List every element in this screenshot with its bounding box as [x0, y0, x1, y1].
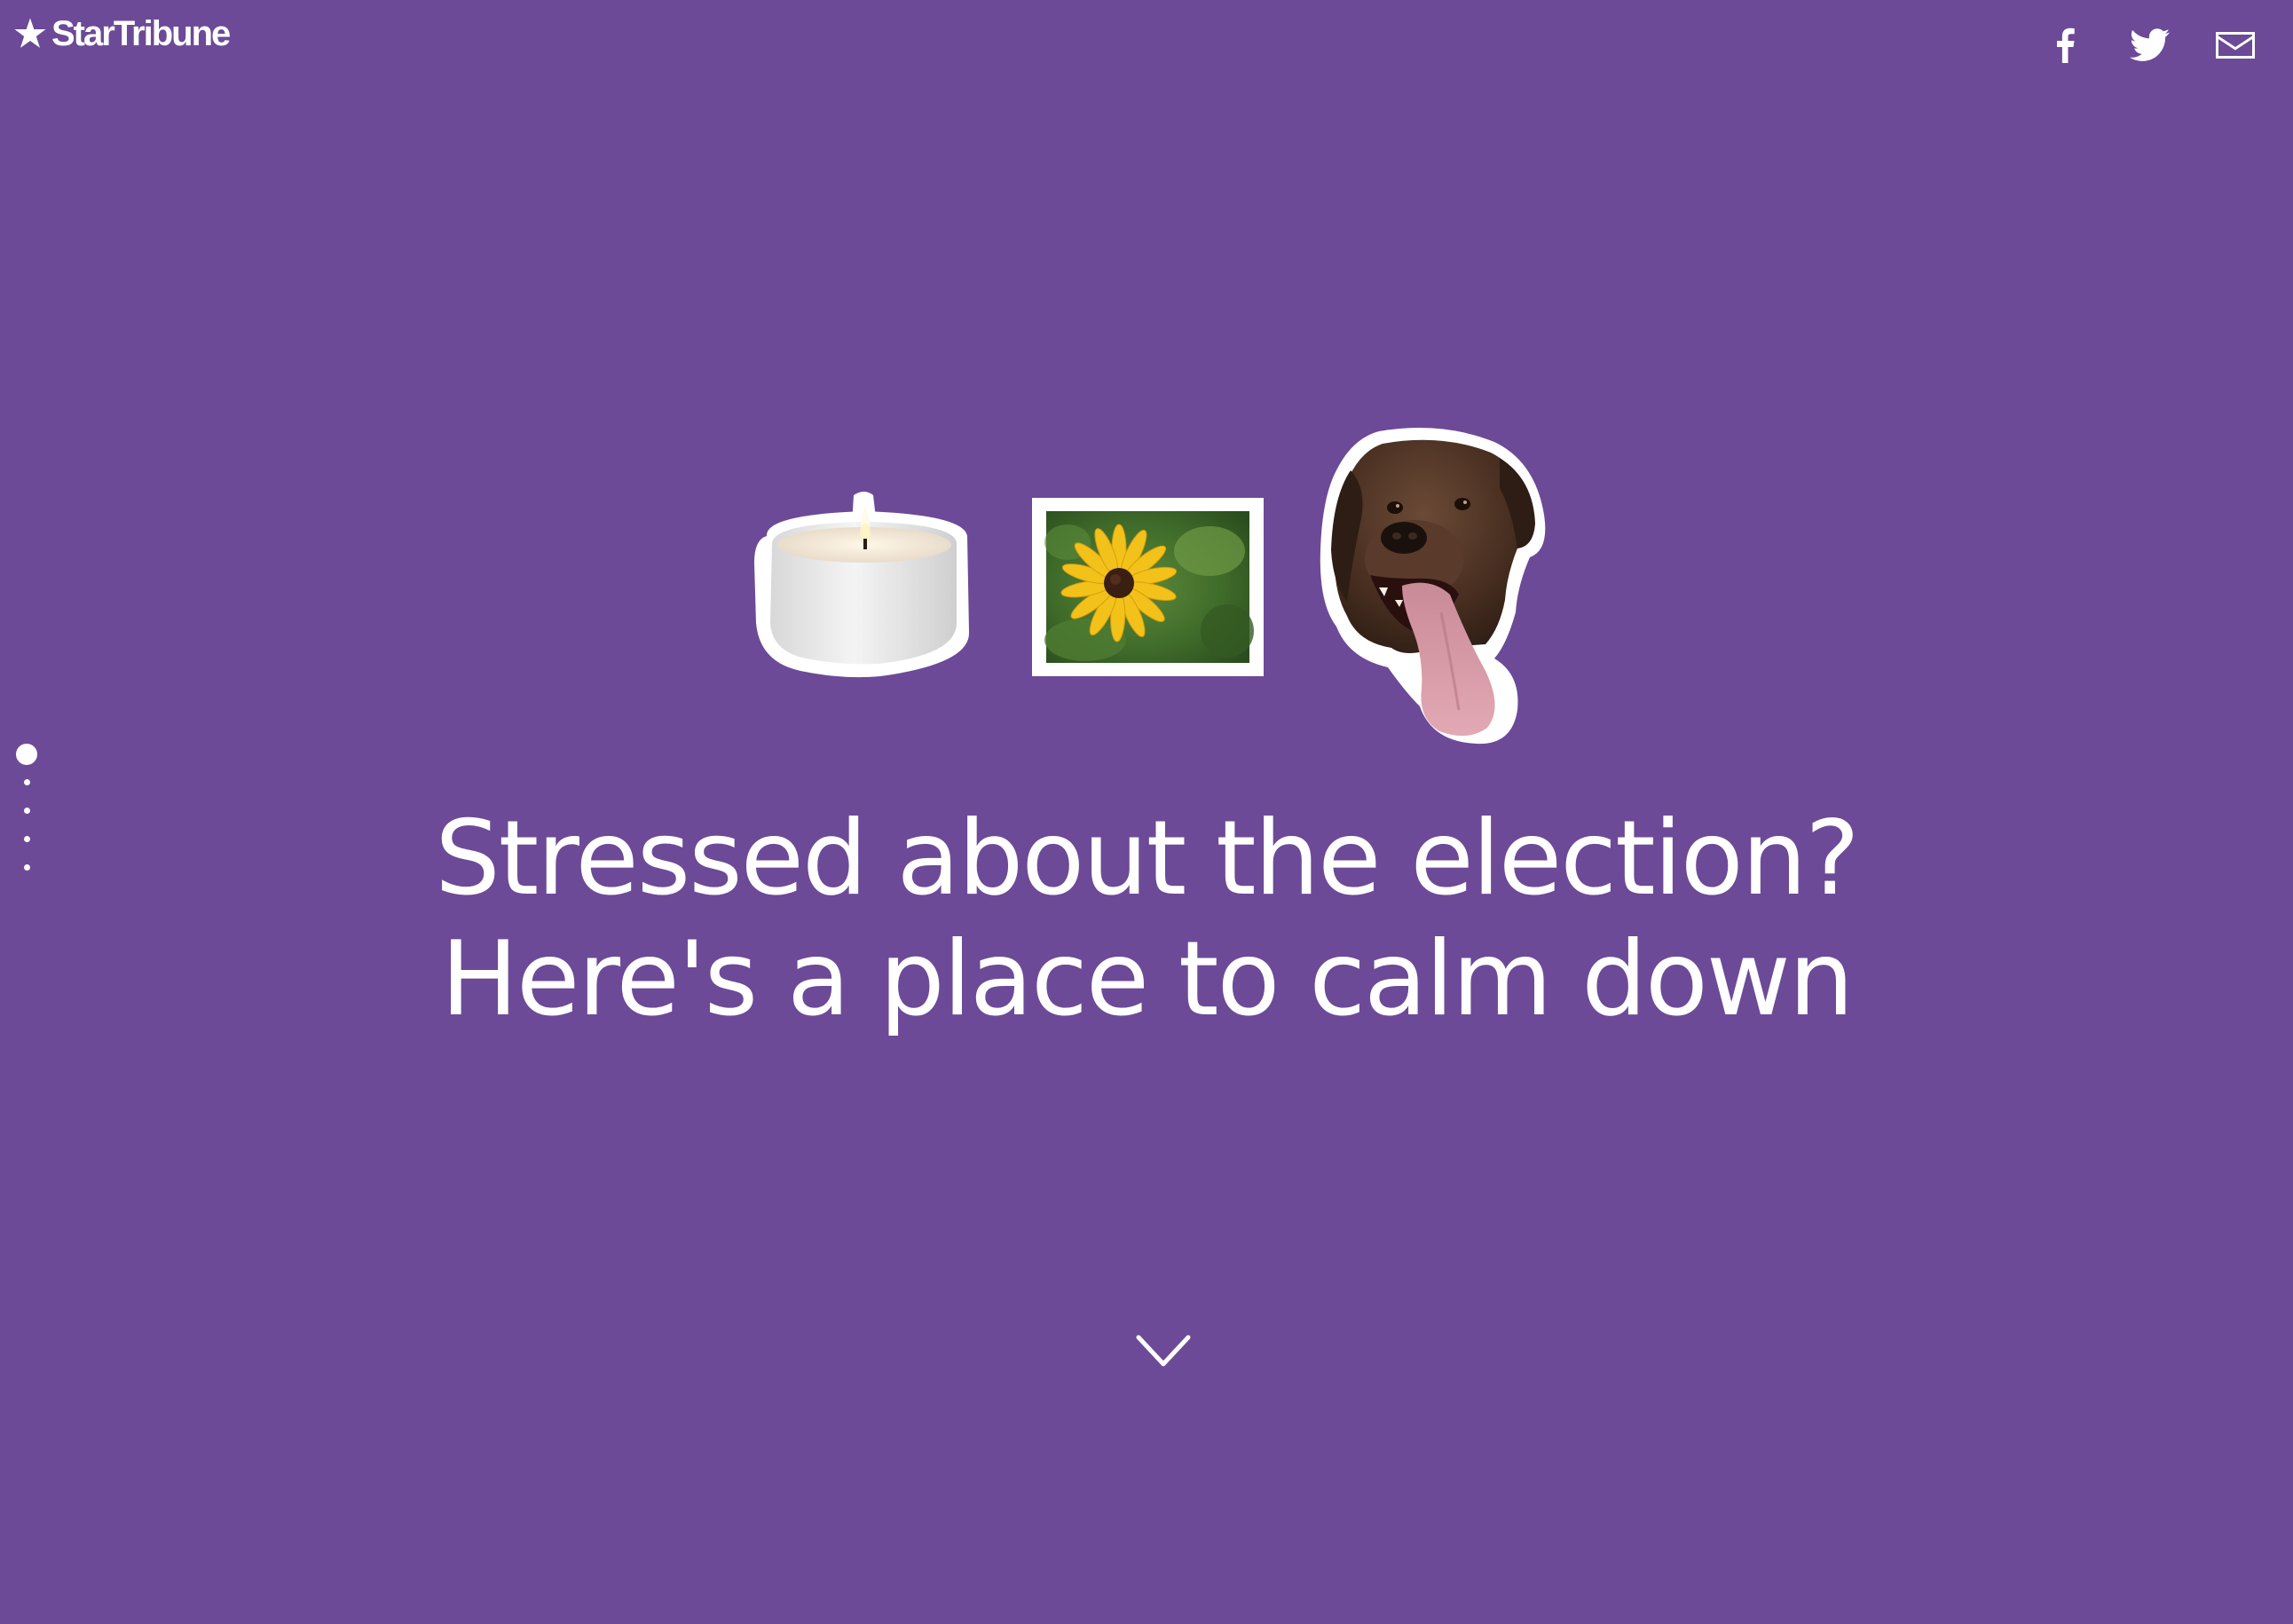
twitter-share-button[interactable] — [2128, 23, 2172, 67]
section-dot-2[interactable] — [23, 779, 30, 785]
section-dot-1[interactable] — [16, 744, 37, 765]
section-dot-5[interactable] — [23, 864, 30, 871]
headline-line-1: Stressed about the election? — [435, 799, 1860, 918]
facebook-icon — [2057, 28, 2075, 63]
logo-wordmark: StarTribune — [51, 14, 231, 53]
email-share-button[interactable] — [2213, 23, 2258, 67]
facebook-share-button[interactable] — [2043, 23, 2087, 67]
chevron-down-icon[interactable] — [1136, 1334, 1191, 1369]
candle-image — [754, 492, 970, 678]
twitter-icon — [2130, 28, 2171, 61]
mail-icon — [2216, 32, 2255, 59]
dog-image — [1320, 428, 1546, 745]
section-nav — [16, 744, 37, 893]
section-dot-4[interactable] — [23, 836, 30, 842]
section-dot-3[interactable] — [23, 808, 30, 814]
page-title: Stressed about the election? Here's a pl… — [259, 799, 2034, 1040]
startribune-logo[interactable]: StarTribune — [12, 14, 231, 53]
headline-line-2: Here's a place to calm down — [440, 919, 1855, 1039]
share-bar — [2043, 23, 2258, 67]
star-icon — [14, 18, 46, 48]
flower-image — [1032, 498, 1264, 676]
page: StarTribune Stressed about the election?… — [0, 0, 2293, 1624]
